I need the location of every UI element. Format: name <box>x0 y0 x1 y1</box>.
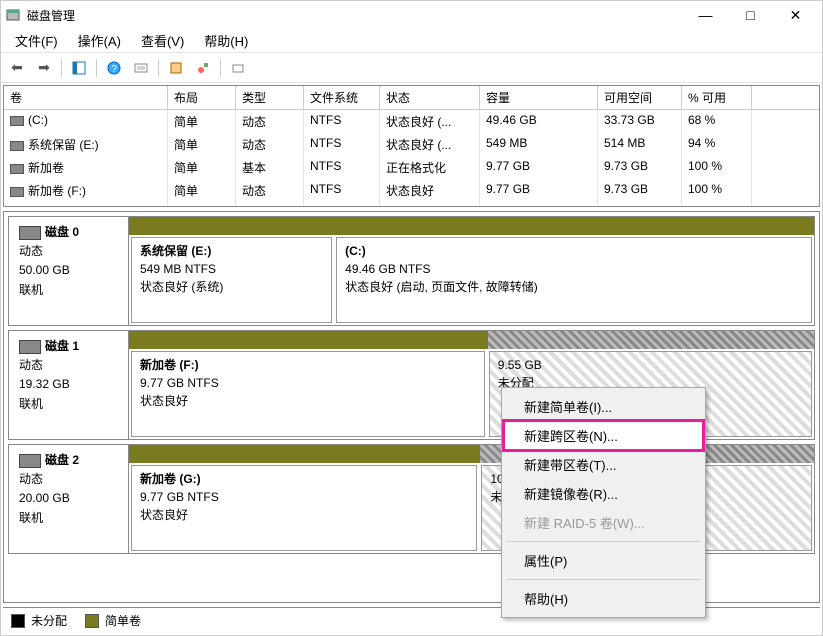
table-body: (C:)简单动态NTFS状态良好 (...49.46 GB33.73 GB68 … <box>4 110 819 206</box>
table-row[interactable]: 新加卷 (G:)简单动态NTFS状态良好9.77 GB9.73 GB100 % <box>4 202 819 206</box>
close-button[interactable]: ✕ <box>773 1 818 29</box>
svg-text:?: ? <box>111 64 117 75</box>
partition-box[interactable]: 新加卷 (G:)9.77 GB NTFS状态良好 <box>131 465 477 551</box>
col-type[interactable]: 类型 <box>236 86 304 109</box>
menu-help[interactable]: 帮助(H) <box>194 29 258 52</box>
minimize-button[interactable]: — <box>683 1 728 29</box>
table-row[interactable]: (C:)简单动态NTFS状态良好 (...49.46 GB33.73 GB68 … <box>4 110 819 133</box>
volume-icon <box>10 116 24 126</box>
partition-box[interactable]: (C:)49.46 GB NTFS状态良好 (启动, 页面文件, 故障转储) <box>336 237 812 323</box>
disk-info[interactable]: 磁盘 0动态50.00 GB联机 <box>9 217 129 325</box>
menubar: 文件(F) 操作(A) 查看(V) 帮助(H) <box>1 29 822 53</box>
disk-management-window: 磁盘管理 — □ ✕ 文件(F) 操作(A) 查看(V) 帮助(H) ⬅ ➡ ?… <box>0 0 823 636</box>
disk-row: 磁盘 0动态50.00 GB联机系统保留 (E:)549 MB NTFS状态良好… <box>8 216 815 326</box>
forward-button[interactable]: ➡ <box>32 57 56 79</box>
menu-action[interactable]: 操作(A) <box>68 29 131 52</box>
col-status[interactable]: 状态 <box>380 86 480 109</box>
cm-properties[interactable]: 属性(P) <box>504 546 703 575</box>
maximize-button[interactable]: □ <box>728 1 773 29</box>
volume-icon <box>10 164 24 174</box>
cm-new-striped-volume[interactable]: 新建带区卷(T)... <box>504 450 703 479</box>
tb-icon-1[interactable] <box>129 57 153 79</box>
col-layout[interactable]: 布局 <box>168 86 236 109</box>
disk-info[interactable]: 磁盘 2动态20.00 GB联机 <box>9 445 129 553</box>
cm-separator-1 <box>506 541 701 542</box>
cm-help[interactable]: 帮助(H) <box>504 584 703 613</box>
volume-icon <box>10 187 24 197</box>
disk-icon <box>19 340 41 354</box>
cm-new-spanned-volume[interactable]: 新建跨区卷(N)... <box>504 421 703 450</box>
partition-box[interactable]: 系统保留 (E:)549 MB NTFS状态良好 (系统) <box>131 237 332 323</box>
legend-label-unallocated: 未分配 <box>31 612 67 629</box>
disk-info[interactable]: 磁盘 1动态19.32 GB联机 <box>9 331 129 439</box>
legend-label-simple: 简单卷 <box>105 612 141 629</box>
disk-icon <box>19 226 41 240</box>
cm-separator-2 <box>506 579 701 580</box>
col-capacity[interactable]: 容量 <box>480 86 598 109</box>
legend-swatch-simple <box>85 614 99 628</box>
cm-new-mirrored-volume[interactable]: 新建镜像卷(R)... <box>504 479 703 508</box>
window-title: 磁盘管理 <box>27 7 683 24</box>
table-row[interactable]: 系统保留 (E:)简单动态NTFS状态良好 (...549 MB514 MB94… <box>4 133 819 156</box>
menu-file[interactable]: 文件(F) <box>5 29 68 52</box>
table-row[interactable]: 新加卷简单基本NTFS正在格式化9.77 GB9.73 GB100 % <box>4 156 819 179</box>
table-row[interactable]: 新加卷 (F:)简单动态NTFS状态良好9.77 GB9.73 GB100 % <box>4 179 819 202</box>
legend-swatch-unallocated <box>11 614 25 628</box>
help-button[interactable]: ? <box>102 57 126 79</box>
titlebar: 磁盘管理 — □ ✕ <box>1 1 822 29</box>
cm-new-raid5-volume: 新建 RAID-5 卷(W)... <box>504 508 703 537</box>
tb-icon-4[interactable] <box>226 57 250 79</box>
tb-icon-2[interactable] <box>164 57 188 79</box>
context-menu: 新建简单卷(I)... 新建跨区卷(N)... 新建带区卷(T)... 新建镜像… <box>501 387 706 618</box>
col-fs[interactable]: 文件系统 <box>304 86 380 109</box>
cm-new-simple-volume[interactable]: 新建简单卷(I)... <box>504 392 703 421</box>
tb-icon-3[interactable] <box>191 57 215 79</box>
show-hide-button[interactable] <box>67 57 91 79</box>
disk-icon <box>19 454 41 468</box>
app-icon <box>5 7 21 23</box>
volume-icon <box>10 141 24 151</box>
col-free[interactable]: 可用空间 <box>598 86 682 109</box>
col-volume[interactable]: 卷 <box>4 86 168 109</box>
col-pct[interactable]: % 可用 <box>682 86 752 109</box>
back-button[interactable]: ⬅ <box>5 57 29 79</box>
partition-box[interactable]: 新加卷 (F:)9.77 GB NTFS状态良好 <box>131 351 485 437</box>
table-header: 卷 布局 类型 文件系统 状态 容量 可用空间 % 可用 <box>4 86 819 110</box>
menu-view[interactable]: 查看(V) <box>131 29 194 52</box>
volume-table: 卷 布局 类型 文件系统 状态 容量 可用空间 % 可用 (C:)简单动态NTF… <box>3 85 820 207</box>
toolbar: ⬅ ➡ ? <box>1 53 822 83</box>
